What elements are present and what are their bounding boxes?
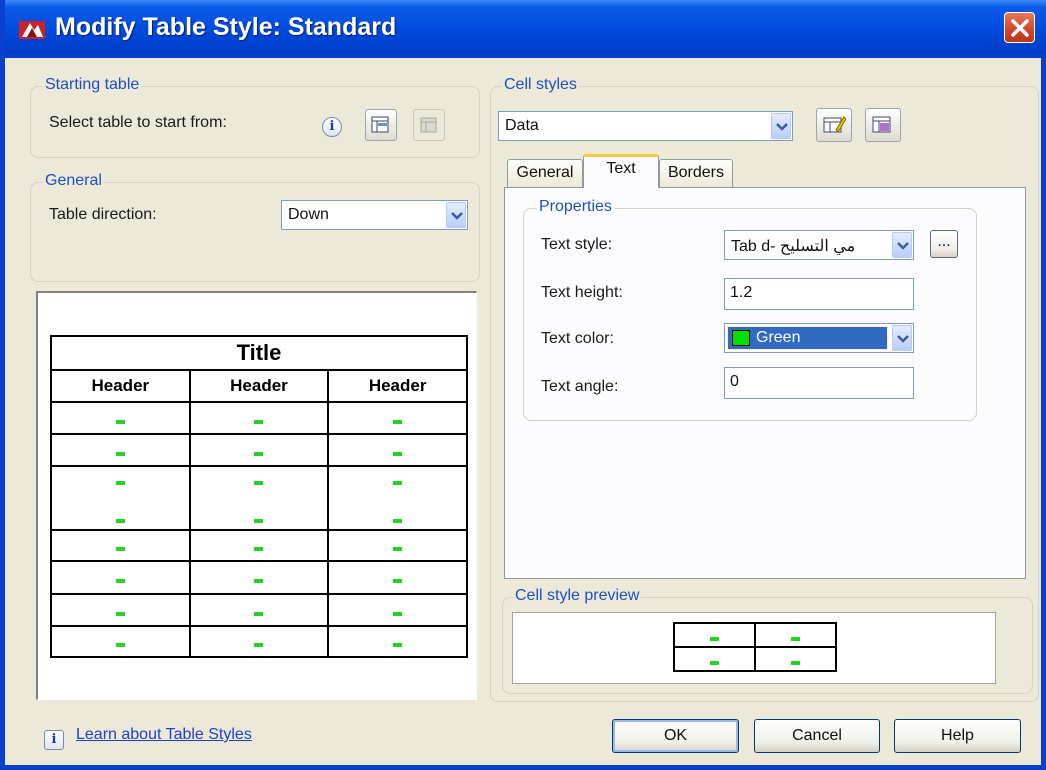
tab-general[interactable]: General: [507, 159, 583, 187]
text-color-selection: [727, 326, 888, 350]
data-cell: [50, 593, 191, 627]
dialog-window: Modify Table Style: Standard Starting ta…: [0, 0, 1046, 770]
preview-title-cell: Title: [50, 335, 468, 371]
text-tab-panel: Properties Text style: Tab d- مي التسليح…: [504, 187, 1026, 579]
preview-data-row: [50, 529, 468, 562]
data-cell: [327, 433, 468, 467]
text-height-input[interactable]: 1.2: [724, 278, 914, 310]
preview-header-cell: Header: [188, 369, 330, 403]
text-style-browse-button[interactable]: ...: [930, 230, 958, 258]
preview-data-row: [50, 465, 468, 531]
text-style-value: Tab d- مي التسليح: [731, 238, 856, 255]
cell-style-value: Data: [505, 117, 539, 134]
data-cell: [188, 433, 330, 467]
ok-button[interactable]: OK: [612, 719, 739, 753]
table-direction-dropdown[interactable]: [446, 202, 466, 228]
table-direction-select[interactable]: Down: [281, 200, 468, 230]
data-cell: [327, 401, 468, 435]
help-button[interactable]: Help: [894, 719, 1021, 753]
preview-table: Title Header Header Header: [50, 335, 468, 658]
info-icon[interactable]: i: [322, 117, 342, 137]
close-icon: [1011, 19, 1029, 37]
window-title: Modify Table Style: Standard: [55, 13, 397, 41]
data-cell: [50, 625, 191, 658]
select-table-button[interactable]: [365, 109, 397, 141]
preview-data-row: [50, 433, 468, 467]
preview-data-row: [50, 560, 468, 595]
preview-data-row: [50, 401, 468, 435]
data-cell: [188, 529, 330, 562]
data-cell: [327, 465, 468, 531]
table-preview: Title Header Header Header: [36, 291, 477, 700]
table-remove-icon: [420, 117, 437, 133]
data-cell: [188, 401, 330, 435]
preview-data-row: [50, 625, 468, 658]
starting-table-legend: Starting table: [43, 76, 142, 94]
learn-info-icon: i: [44, 730, 64, 750]
data-cell: [188, 465, 330, 531]
data-cell: [673, 622, 756, 648]
cell-style-preview-area: [512, 612, 996, 684]
text-color-dropdown[interactable]: [892, 325, 912, 351]
preview-header-cell: Header: [50, 369, 191, 403]
data-cell: [50, 401, 191, 435]
green-color-swatch: [732, 330, 750, 346]
table-direction-value: Down: [288, 206, 329, 223]
text-style-dropdown[interactable]: [892, 232, 912, 258]
data-cell: [327, 625, 468, 658]
new-cell-style-icon: [823, 116, 846, 133]
new-cell-style-button[interactable]: [816, 108, 852, 142]
tab-text[interactable]: Text: [583, 154, 659, 188]
select-table-label: Select table to start from:: [49, 114, 227, 131]
data-cell: [327, 529, 468, 562]
properties-legend: Properties: [537, 198, 614, 216]
autocad-app-icon: [19, 21, 45, 39]
text-angle-value: 0: [730, 373, 739, 390]
text-angle-input[interactable]: 0: [724, 367, 914, 399]
text-style-label: Text style:: [541, 236, 613, 253]
data-cell: [188, 625, 330, 658]
cell-styles-legend: Cell styles: [502, 76, 579, 94]
manage-cell-styles-button[interactable]: [865, 108, 901, 142]
text-height-label: Text height:: [541, 284, 623, 301]
data-cell: [188, 593, 330, 627]
close-button[interactable]: [1004, 12, 1035, 43]
cell-style-preview-legend: Cell style preview: [513, 587, 642, 605]
preview-data-row: [50, 593, 468, 627]
cancel-button[interactable]: Cancel: [754, 719, 880, 753]
learn-table-styles-link[interactable]: Learn about Table Styles: [76, 726, 252, 744]
data-cell: [673, 646, 756, 672]
chevron-down-icon: [897, 335, 909, 343]
general-legend: General: [43, 172, 104, 190]
remove-table-button: [413, 109, 445, 141]
title-bar[interactable]: Modify Table Style: Standard: [5, 0, 1046, 58]
data-cell: [754, 622, 837, 648]
cell-style-dropdown[interactable]: [771, 113, 791, 139]
table-select-icon: [371, 116, 389, 133]
general-group: [30, 182, 480, 282]
table-direction-label: Table direction:: [49, 206, 157, 223]
text-color-label: Text color:: [541, 330, 614, 347]
text-height-value: 1.2: [730, 284, 753, 301]
data-cell: [50, 465, 191, 531]
data-cell: [50, 560, 191, 595]
text-style-select[interactable]: Tab d- مي التسليح: [724, 230, 914, 260]
cell-style-select[interactable]: Data: [498, 111, 793, 141]
data-cell: [327, 593, 468, 627]
chevron-down-icon: [451, 212, 463, 220]
cell-style-preview-table: [673, 622, 837, 672]
data-cell: [50, 433, 191, 467]
manage-cell-styles-icon: [872, 116, 891, 133]
text-color-value: Green: [756, 329, 801, 346]
data-cell: [188, 560, 330, 595]
preview-header-cell: Header: [327, 369, 468, 403]
text-angle-label: Text angle:: [541, 378, 619, 395]
tab-borders[interactable]: Borders: [659, 159, 733, 187]
data-cell: [754, 646, 837, 672]
chevron-down-icon: [776, 123, 788, 131]
data-cell: [327, 560, 468, 595]
chevron-down-icon: [897, 242, 909, 250]
data-cell: [50, 529, 191, 562]
text-color-select[interactable]: Green: [724, 323, 914, 353]
